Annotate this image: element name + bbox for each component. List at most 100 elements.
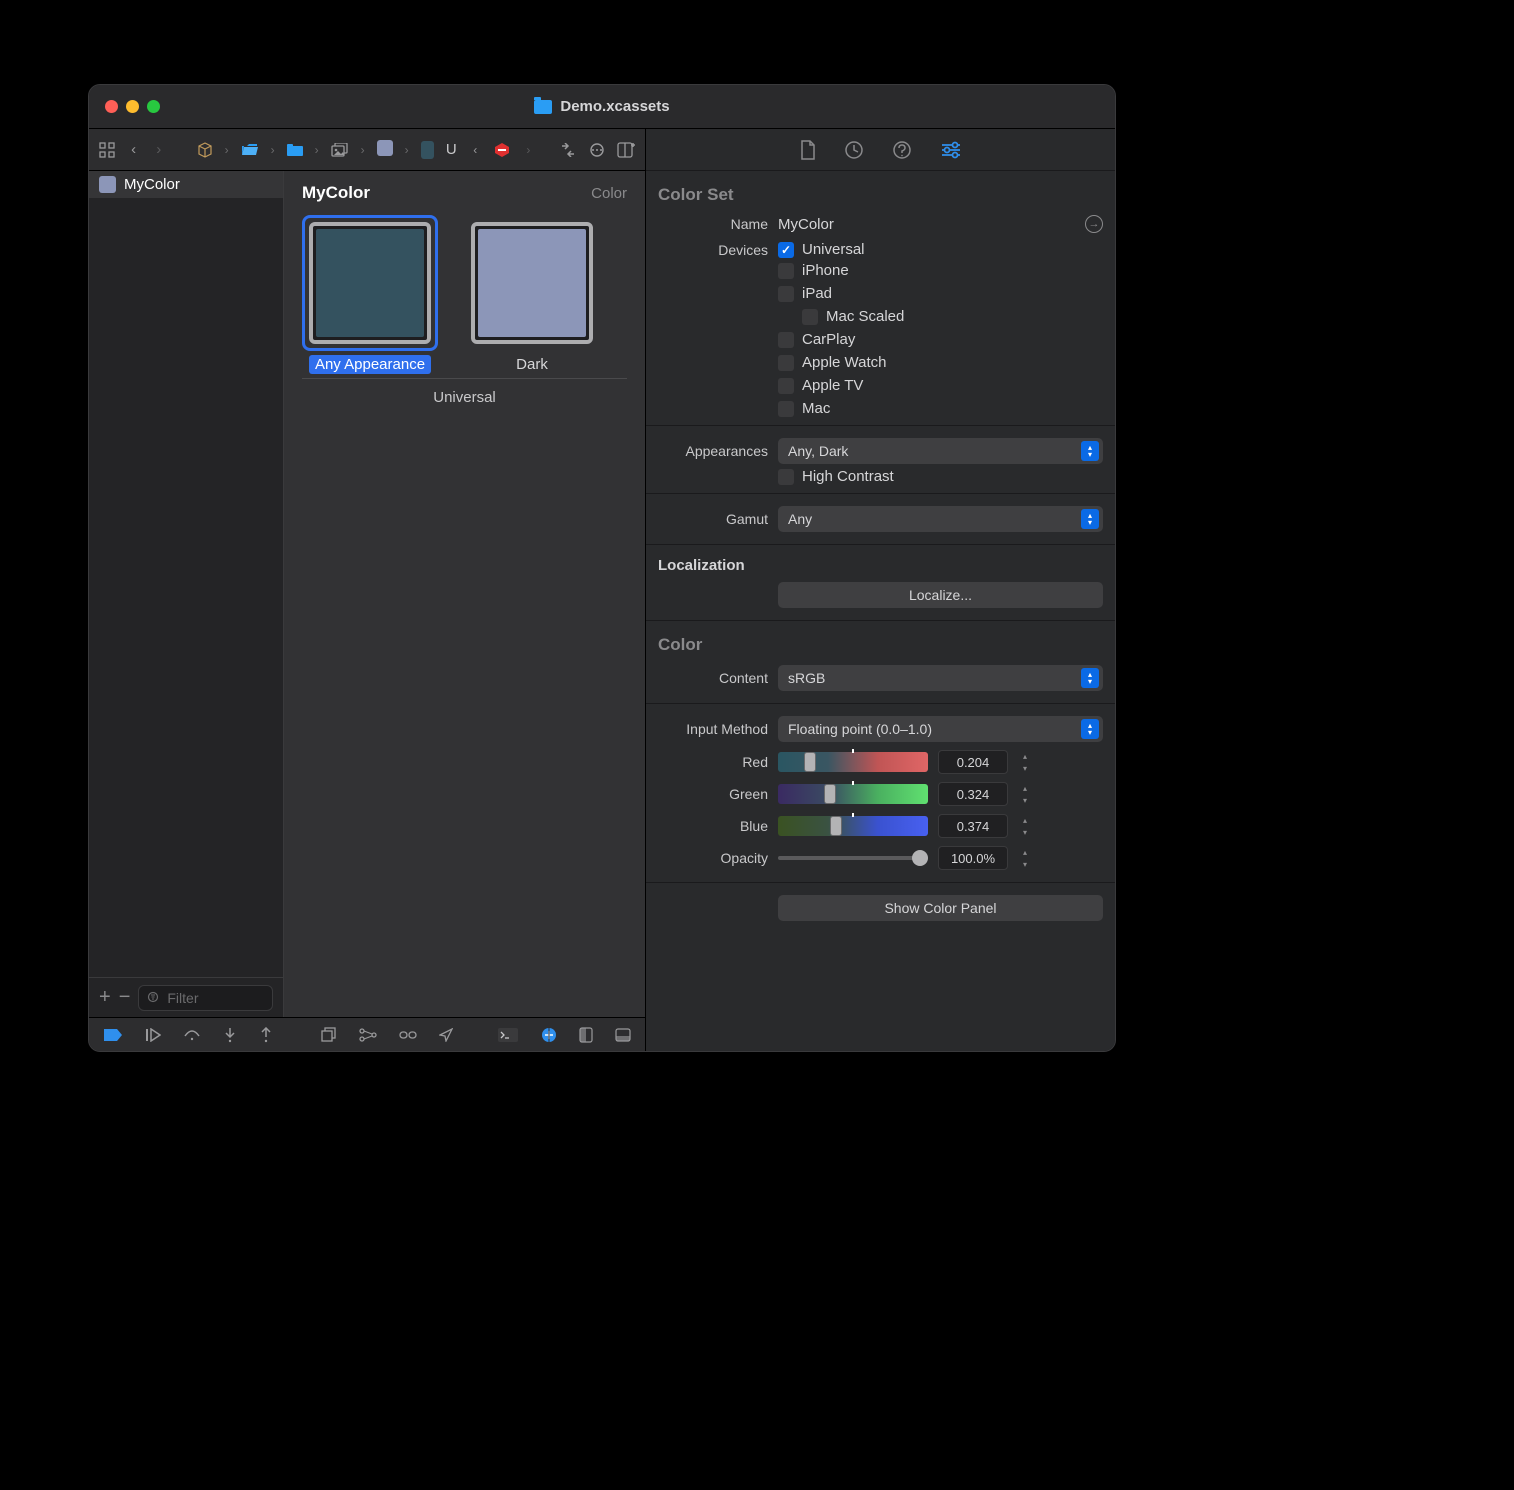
related-items-icon[interactable] [99, 142, 115, 158]
device-carplay-checkbox[interactable]: CarPlay [778, 331, 1103, 348]
breakpoints-toggle-icon[interactable] [103, 1028, 123, 1042]
asset-detail: MyColor Color Any Appearance [284, 171, 645, 1017]
step-into-icon[interactable] [223, 1027, 237, 1043]
minimize-window-button[interactable] [126, 100, 139, 113]
content-popup[interactable]: sRGB▴▾ [778, 665, 1103, 691]
console-icon[interactable] [497, 1027, 519, 1043]
appearance-group-label: Universal [302, 379, 627, 416]
zoom-window-button[interactable] [147, 100, 160, 113]
asset-list: MyColor + − Filter [89, 171, 284, 1017]
green-value-field[interactable]: 0.324 [938, 782, 1008, 806]
chevron-left-icon[interactable]: ‹ [469, 143, 482, 157]
red-slider[interactable] [778, 752, 928, 772]
gamut-popup[interactable]: Any▴▾ [778, 506, 1103, 532]
device-iphone-checkbox[interactable]: iPhone [778, 262, 1103, 279]
xcode-window: Demo.xcassets ‹ › › › [88, 84, 1116, 1052]
inspector-tabs [646, 129, 1115, 171]
toggle-variables-icon[interactable] [579, 1027, 593, 1043]
color-well-dark[interactable] [464, 215, 600, 351]
continue-icon[interactable] [145, 1028, 161, 1042]
device-mac-scaled-checkbox[interactable]: Mac Scaled [802, 308, 1103, 325]
device-ipad-checkbox[interactable]: iPad [778, 285, 1103, 302]
remove-asset-button[interactable]: − [119, 986, 131, 1009]
inspector-panel: Color Set Name MyColor → Devices Univers… [646, 129, 1115, 1051]
opacity-value-field[interactable]: 100.0% [938, 846, 1008, 870]
toggle-console-icon[interactable] [615, 1028, 631, 1042]
breadcrumb-separator-icon: › [271, 143, 275, 157]
appearance-swatch-selected[interactable] [421, 141, 434, 159]
folder-open-icon[interactable] [241, 143, 259, 157]
step-out-icon[interactable] [259, 1027, 273, 1043]
error-badge-icon[interactable] [494, 142, 510, 158]
section-color-set: Color Set [658, 179, 1103, 211]
debug-view-hierarchy-icon[interactable] [321, 1027, 337, 1043]
high-contrast-checkbox[interactable]: High Contrast [778, 468, 1103, 485]
back-icon[interactable]: ‹ [127, 141, 140, 158]
well-label: Any Appearance [309, 355, 431, 374]
opacity-label: Opacity [658, 850, 768, 866]
asset-name: MyColor [124, 176, 180, 193]
chevron-right-icon[interactable]: › [522, 143, 535, 157]
refresh-icon[interactable] [559, 143, 577, 157]
chevron-up-down-icon: ▴▾ [1081, 441, 1099, 461]
localization-label: Localization [658, 553, 1103, 578]
step-over-icon[interactable] [183, 1028, 201, 1042]
environment-overrides-icon[interactable] [399, 1028, 417, 1042]
appearances-popup[interactable]: Any, Dark▴▾ [778, 438, 1103, 464]
well-label: Dark [510, 355, 554, 374]
opacity-stepper[interactable]: ▴▾ [1018, 846, 1032, 870]
add-editor-icon[interactable] [617, 142, 635, 158]
blue-slider[interactable] [778, 816, 928, 836]
package-icon[interactable] [197, 142, 213, 158]
asset-list-item[interactable]: MyColor [89, 171, 283, 198]
attributes-inspector-tab-icon[interactable] [940, 141, 962, 159]
gamut-label: Gamut [658, 511, 768, 527]
filter-icon [147, 991, 161, 1005]
image-stack-icon[interactable] [331, 143, 349, 157]
green-slider[interactable] [778, 784, 928, 804]
chevron-up-down-icon: ▴▾ [1081, 668, 1099, 688]
device-universal-checkbox[interactable]: Universal [778, 241, 1103, 258]
close-window-button[interactable] [105, 100, 118, 113]
add-asset-button[interactable]: + [99, 986, 111, 1009]
history-inspector-tab-icon[interactable] [844, 140, 864, 160]
opacity-slider[interactable] [778, 856, 928, 860]
show-color-panel-button[interactable]: Show Color Panel [778, 895, 1103, 921]
simulate-location-icon[interactable] [439, 1028, 453, 1042]
folder-icon [534, 100, 552, 114]
red-value-field[interactable]: 0.204 [938, 750, 1008, 774]
forward-icon[interactable]: › [152, 141, 165, 158]
asset-list-footer: + − Filter [89, 977, 283, 1017]
window-controls [89, 100, 160, 113]
content-label: Content [658, 670, 768, 686]
input-method-popup[interactable]: Floating point (0.0–1.0)▴▾ [778, 716, 1103, 742]
editor-options-icon[interactable] [589, 142, 605, 158]
device-mac-checkbox[interactable]: Mac [778, 400, 1103, 417]
breadcrumb-universal-label[interactable]: U [446, 141, 457, 158]
filter-input[interactable]: Filter [138, 985, 273, 1011]
green-stepper[interactable]: ▴▾ [1018, 782, 1032, 806]
name-field[interactable]: MyColor [778, 216, 1077, 233]
name-label: Name [658, 216, 768, 232]
folder-icon[interactable] [287, 144, 303, 156]
blue-stepper[interactable]: ▴▾ [1018, 814, 1032, 838]
jump-bar[interactable]: ‹ › › › › › › [89, 129, 645, 171]
go-to-icon[interactable]: → [1085, 215, 1103, 233]
breadcrumb-separator-icon: › [315, 143, 319, 157]
localize-button[interactable]: Localize... [778, 582, 1103, 608]
device-apple-tv-checkbox[interactable]: Apple TV [778, 377, 1103, 394]
file-inspector-tab-icon[interactable] [800, 140, 816, 160]
help-inspector-tab-icon[interactable] [892, 140, 912, 160]
blue-value-field[interactable]: 0.374 [938, 814, 1008, 838]
input-method-label: Input Method [658, 721, 768, 737]
device-apple-watch-checkbox[interactable]: Apple Watch [778, 354, 1103, 371]
red-stepper[interactable]: ▴▾ [1018, 750, 1032, 774]
variables-view-icon[interactable] [541, 1027, 557, 1043]
debug-memory-graph-icon[interactable] [359, 1028, 377, 1042]
color-wells: Any Appearance Dark [302, 209, 627, 379]
section-color: Color [658, 629, 1103, 661]
color-well-any[interactable] [302, 215, 438, 351]
color-swatch-icon[interactable] [377, 140, 393, 160]
titlebar: Demo.xcassets [89, 85, 1115, 129]
debug-bar [89, 1017, 645, 1051]
